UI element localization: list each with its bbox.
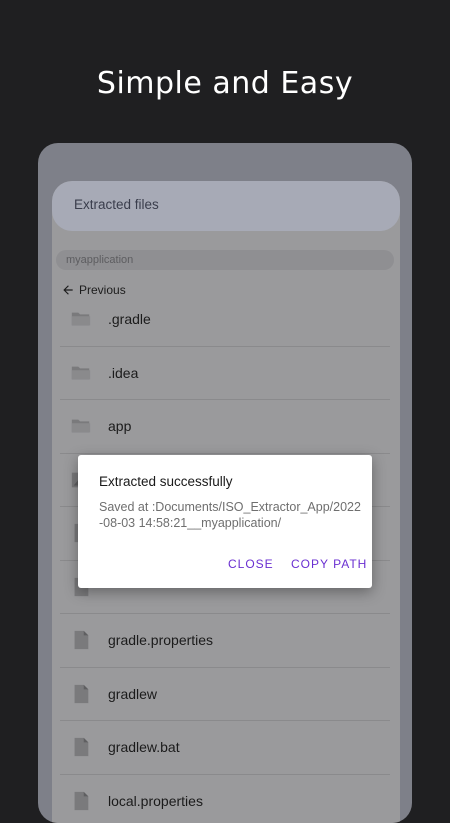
list-item[interactable]: gradlew.bat xyxy=(60,721,390,775)
page-title: Extracted files xyxy=(74,197,159,212)
list-item[interactable]: local.properties xyxy=(60,775,390,823)
dialog-message: Saved at :Documents/ISO_Extractor_App/20… xyxy=(99,500,361,531)
file-icon xyxy=(70,629,92,651)
list-item[interactable]: gradle.properties xyxy=(60,614,390,668)
close-button[interactable]: CLOSE xyxy=(228,557,274,571)
folder-icon xyxy=(70,362,92,384)
promo-title: Simple and Easy xyxy=(0,66,450,101)
copy-path-button[interactable]: COPY PATH xyxy=(291,557,367,571)
path-breadcrumb[interactable]: myapplication xyxy=(56,250,394,270)
list-item[interactable]: app xyxy=(60,400,390,454)
list-item[interactable]: .idea xyxy=(60,347,390,401)
file-name: local.properties xyxy=(108,793,203,809)
folder-icon xyxy=(70,308,92,330)
extract-success-dialog: Extracted successfully Saved at :Documen… xyxy=(78,455,372,588)
path-label: myapplication xyxy=(66,254,133,266)
arrow-left-icon xyxy=(61,283,75,297)
previous-label: Previous xyxy=(79,283,126,297)
file-icon xyxy=(70,683,92,705)
file-name: .idea xyxy=(108,365,138,381)
file-icon xyxy=(70,736,92,758)
file-name: gradlew xyxy=(108,686,157,702)
file-name: app xyxy=(108,418,131,434)
list-item[interactable]: gradlew xyxy=(60,668,390,722)
previous-button[interactable]: Previous xyxy=(61,281,126,299)
file-name: gradle.properties xyxy=(108,632,213,648)
file-name: gradlew.bat xyxy=(108,739,180,755)
dialog-title: Extracted successfully xyxy=(99,474,233,489)
app-bar: Extracted files xyxy=(52,181,400,231)
folder-icon xyxy=(70,415,92,437)
file-icon xyxy=(70,790,92,812)
list-item[interactable]: .gradle xyxy=(60,293,390,347)
file-name: .gradle xyxy=(108,311,151,327)
